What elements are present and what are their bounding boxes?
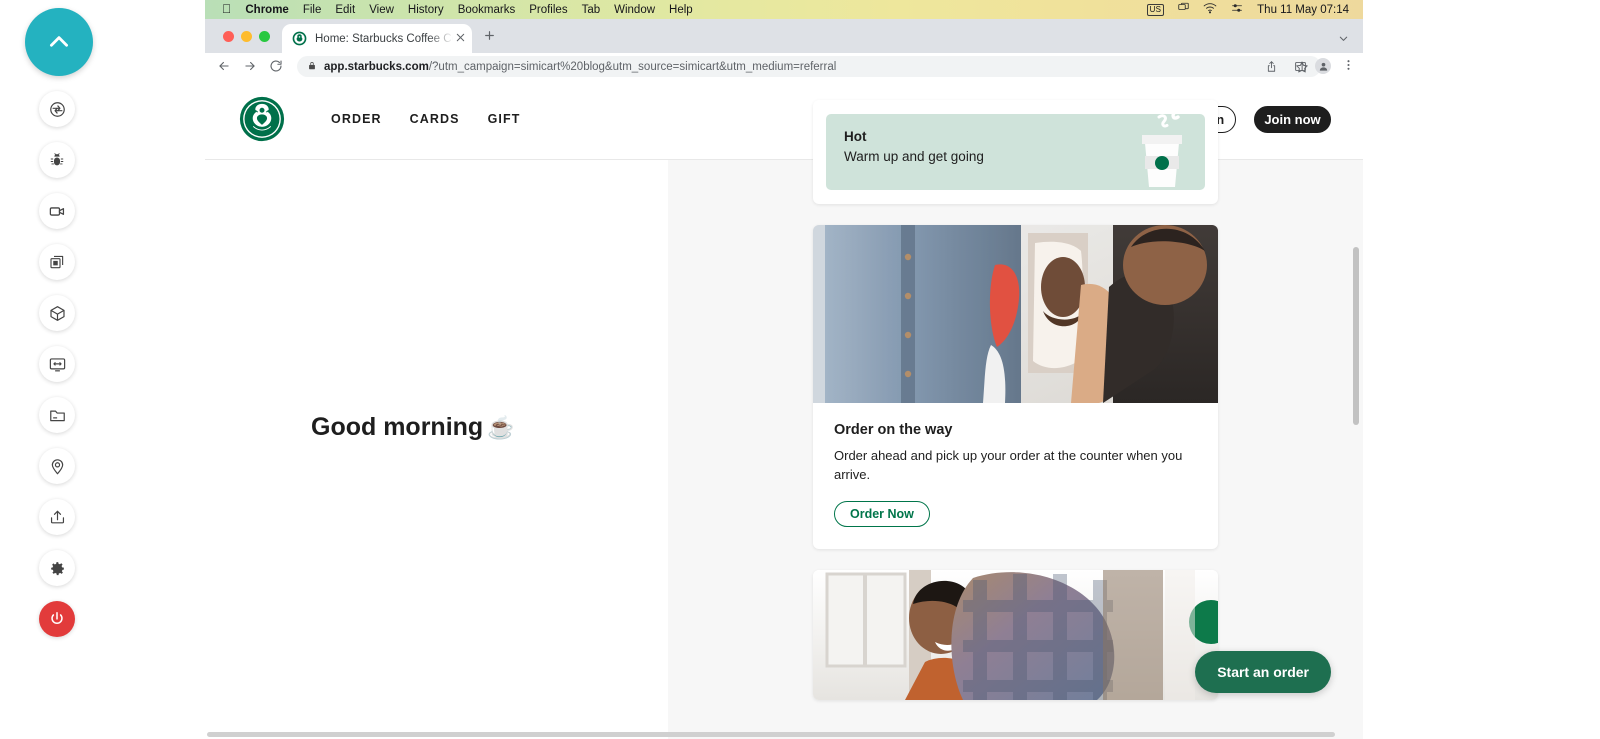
apple-icon[interactable]:  xyxy=(222,3,231,16)
window-close-button[interactable] xyxy=(223,31,234,42)
menu-item-view[interactable]: View xyxy=(369,4,394,16)
left-pane: Good morning☕ xyxy=(205,160,668,739)
starbucks-favicon xyxy=(292,31,307,46)
order-on-the-way-card[interactable]: Order on the way Order ahead and pick up… xyxy=(813,225,1218,549)
map-pin-icon xyxy=(48,457,67,476)
package-button[interactable] xyxy=(39,295,75,331)
files-button[interactable] xyxy=(39,397,75,433)
starbucks-siren-logo[interactable] xyxy=(239,96,285,142)
location-button[interactable] xyxy=(39,448,75,484)
forward-arrow-icon[interactable] xyxy=(243,59,257,73)
gear-icon xyxy=(48,559,67,578)
back-arrow-icon[interactable] xyxy=(217,59,231,73)
display-button[interactable] xyxy=(39,346,75,382)
share-icon[interactable] xyxy=(1265,60,1278,73)
url-host: app.starbucks.com xyxy=(324,61,429,73)
hot-coffee-cup-icon xyxy=(1129,114,1191,190)
browser-toolbar: app.starbucks.com/?utm_campaign=simicart… xyxy=(205,53,1363,79)
hot-category-card[interactable]: Hot Warm up and get going xyxy=(813,100,1218,204)
window-minimize-button[interactable] xyxy=(241,31,252,42)
browser-window:  Chrome File Edit View History Bookmark… xyxy=(205,0,1363,739)
menu-item-profiles[interactable]: Profiles xyxy=(529,4,567,16)
url-text: app.starbucks.com/?utm_campaign=simicart… xyxy=(324,61,836,73)
menu-item-tab[interactable]: Tab xyxy=(582,4,601,16)
order-card-body: Order on the way Order ahead and pick up… xyxy=(813,403,1218,549)
page-title: Good morning☕ xyxy=(311,413,515,442)
input-source-indicator[interactable]: US xyxy=(1147,4,1165,16)
coffee-emoji: ☕ xyxy=(487,415,514,440)
wifi-icon[interactable] xyxy=(1203,2,1217,17)
power-button[interactable] xyxy=(39,601,75,637)
bug-icon xyxy=(48,151,66,169)
record-button[interactable] xyxy=(39,193,75,229)
upload-icon xyxy=(48,508,67,527)
url-path: /?utm_campaign=simicart%20blog&utm_sourc… xyxy=(429,61,836,73)
debug-button[interactable] xyxy=(39,142,75,178)
chevron-up-icon xyxy=(46,29,72,55)
join-now-button[interactable]: Join now xyxy=(1254,106,1331,133)
card-column: Hot Warm up and get going xyxy=(813,100,1218,700)
rewards-card[interactable] xyxy=(813,570,1218,700)
settings-button[interactable] xyxy=(39,550,75,586)
order-now-button[interactable]: Order Now xyxy=(834,501,930,527)
menu-item-chrome[interactable]: Chrome xyxy=(245,4,288,16)
collapse-toggle-button[interactable] xyxy=(25,8,93,76)
profile-avatar-icon[interactable] xyxy=(1315,58,1331,74)
reload-icon[interactable] xyxy=(269,59,283,73)
tool-rail xyxy=(0,0,205,739)
smiling-customers-photo xyxy=(813,570,1218,700)
layers-icon xyxy=(48,253,66,271)
nav-gift[interactable]: GIFT xyxy=(488,112,521,126)
site-nav: ORDER CARDS GIFT xyxy=(331,112,520,126)
sync-button[interactable] xyxy=(39,91,75,127)
greeting-text: Good morning xyxy=(311,413,483,441)
layers-button[interactable] xyxy=(39,244,75,280)
power-icon xyxy=(48,610,66,628)
window-maximize-button[interactable] xyxy=(259,31,270,42)
menu-item-edit[interactable]: Edit xyxy=(335,4,355,16)
screen:  Chrome File Edit View History Bookmark… xyxy=(0,0,1600,739)
sync-icon xyxy=(48,100,67,119)
new-tab-button[interactable] xyxy=(483,29,496,47)
tab-strip: Home: Starbucks Coffee Comp xyxy=(205,19,1363,53)
nav-order[interactable]: ORDER xyxy=(331,112,382,126)
cube-icon xyxy=(48,304,67,323)
hot-card-inner: Hot Warm up and get going xyxy=(826,114,1205,190)
video-camera-icon xyxy=(48,202,67,221)
side-panel-icon[interactable] xyxy=(1294,60,1307,73)
lock-icon xyxy=(307,58,317,76)
vertical-scrollbar[interactable] xyxy=(1353,247,1359,425)
nav-cards[interactable]: CARDS xyxy=(410,112,460,126)
barista-handing-coffee-photo xyxy=(813,225,1218,403)
menu-item-history[interactable]: History xyxy=(408,4,444,16)
chrome-menu-icon[interactable] xyxy=(1342,58,1355,77)
control-center-icon[interactable] xyxy=(1230,2,1244,17)
start-an-order-button[interactable]: Start an order xyxy=(1195,651,1331,693)
upload-button[interactable] xyxy=(39,499,75,535)
menu-item-help[interactable]: Help xyxy=(669,4,693,16)
menu-item-bookmarks[interactable]: Bookmarks xyxy=(458,4,516,16)
order-card-description: Order ahead and pick up your order at th… xyxy=(834,447,1197,485)
menu-item-window[interactable]: Window xyxy=(614,4,655,16)
horizontal-scrollbar[interactable] xyxy=(207,732,1335,737)
order-card-title: Order on the way xyxy=(834,422,1197,438)
close-icon[interactable] xyxy=(455,30,466,48)
chevron-down-icon[interactable] xyxy=(1338,31,1349,49)
menu-item-file[interactable]: File xyxy=(303,4,322,16)
folder-icon xyxy=(48,406,67,425)
browser-tab[interactable]: Home: Starbucks Coffee Comp xyxy=(282,24,472,53)
right-gutter xyxy=(1363,0,1600,739)
web-page: ORDER CARDS GIFT Find a store Sign in Jo… xyxy=(205,79,1363,739)
mac-menu-bar:  Chrome File Edit View History Bookmark… xyxy=(205,0,1363,19)
screen-mirroring-icon[interactable] xyxy=(1177,2,1190,17)
tab-title: Home: Starbucks Coffee Comp xyxy=(315,33,453,45)
menubar-clock[interactable]: Thu 11 May 07:14 xyxy=(1257,4,1349,16)
address-bar[interactable]: app.starbucks.com/?utm_campaign=simicart… xyxy=(297,56,1321,77)
monitor-resize-icon xyxy=(48,355,67,374)
